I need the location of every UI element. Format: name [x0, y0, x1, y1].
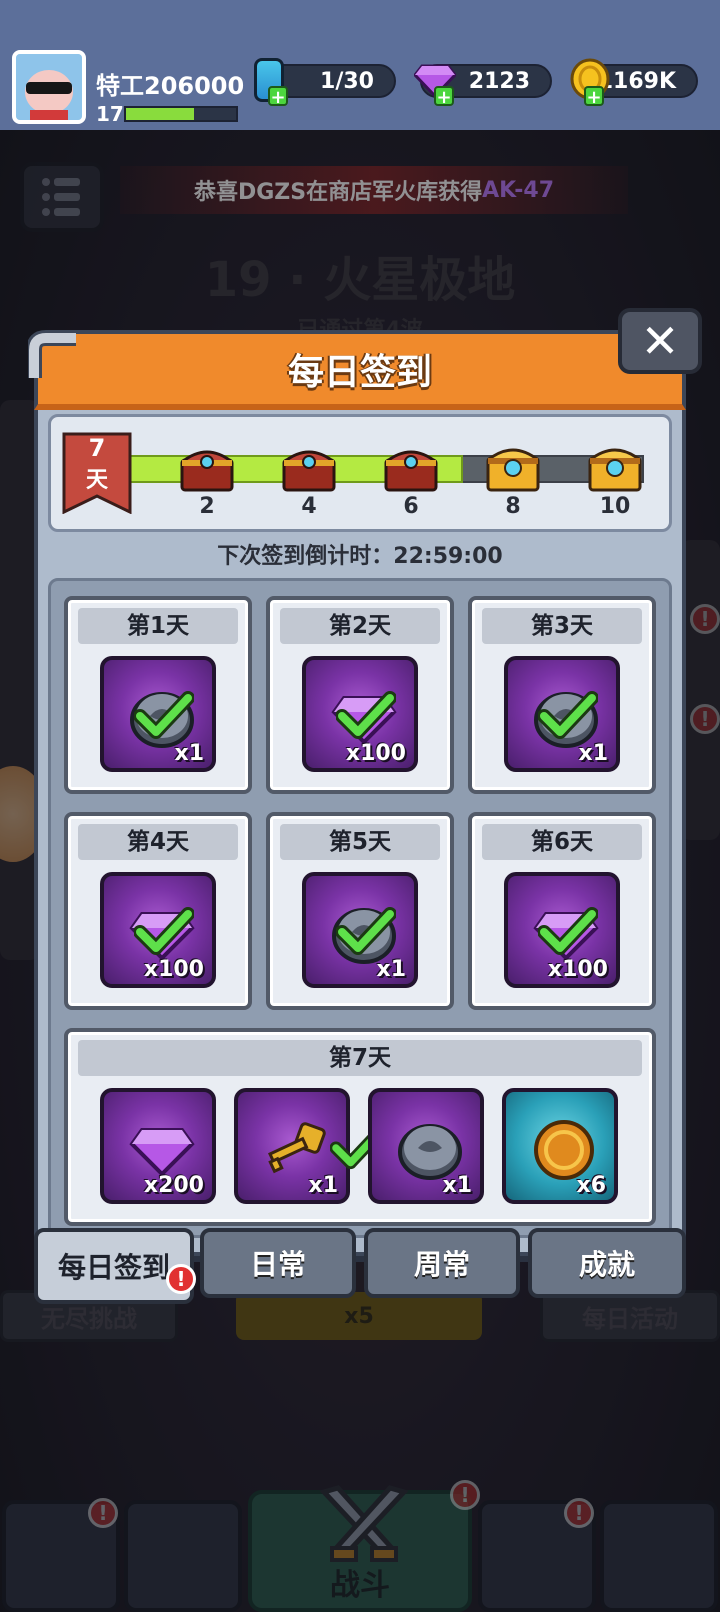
reward-item: x1 — [368, 1088, 484, 1204]
reward-qty: x1 — [308, 1173, 339, 1198]
agent-avatar-icon — [16, 54, 82, 120]
player-name: 特工206000 — [96, 72, 245, 100]
streak-unit: 天 — [85, 468, 108, 493]
milestone-chest-4[interactable] — [280, 440, 338, 494]
day-card-2[interactable]: 第2天 x100 — [266, 596, 454, 794]
dialog-header: 每日签到 — [34, 330, 686, 410]
claimed-check-icon — [538, 691, 598, 739]
reward-qty: x1 — [442, 1173, 473, 1198]
tab-label: 每日签到 — [57, 1251, 170, 1284]
add-coin-icon[interactable]: + — [584, 86, 604, 108]
reward-item: x200 — [100, 1088, 216, 1204]
milestone-chest-10[interactable] — [586, 440, 644, 494]
reward-qty: x6 — [576, 1173, 607, 1198]
reward-item: x100 — [100, 872, 216, 988]
tab-daily-checkin[interactable]: 每日签到 — [34, 1228, 194, 1304]
pipe-decoration-icon — [28, 330, 76, 378]
add-energy-icon[interactable]: + — [268, 86, 288, 108]
tab-achievements[interactable]: 成就 — [528, 1228, 686, 1298]
chest-opened-icon — [384, 450, 438, 492]
milestone-label: 4 — [301, 494, 317, 519]
day-label: 第1天 — [78, 608, 238, 644]
reward-qty: x1 — [578, 741, 609, 766]
reward-qty: x1 — [376, 957, 407, 982]
milestone-label: 6 — [403, 494, 419, 519]
streak-days: 7 — [88, 434, 106, 462]
reward-qty: x100 — [345, 741, 406, 766]
reward-qty: x100 — [547, 957, 608, 982]
claimed-check-icon — [336, 907, 396, 955]
close-button[interactable]: ✕ — [618, 308, 702, 374]
energy-value: 1/30 — [320, 68, 374, 94]
claimed-check-icon — [538, 907, 598, 955]
reward-item: x1 — [100, 656, 216, 772]
reward-item: x1 — [504, 656, 620, 772]
tab-label: 成就 — [578, 1248, 635, 1281]
tab-weekly[interactable]: 周常 — [364, 1228, 520, 1298]
milestone-label: 8 — [505, 494, 521, 519]
milestone-chest-8[interactable] — [484, 440, 542, 494]
claimed-check-icon — [134, 907, 194, 955]
reward-qty: x1 — [174, 741, 205, 766]
chest-gold-icon — [486, 448, 540, 492]
claimed-check-icon — [134, 691, 194, 739]
checkin-countdown: 下次签到倒计时：22:59:00 — [48, 538, 672, 570]
claimed-check-icon — [336, 691, 396, 739]
tab-daily[interactable]: 日常 — [200, 1228, 356, 1298]
day-card-5[interactable]: 第5天 x1 — [266, 812, 454, 1010]
day-label: 第5天 — [280, 824, 440, 860]
day-card-7[interactable]: 第7天 x200 x1 x1 x6 — [64, 1028, 656, 1226]
milestone-label: 2 — [199, 494, 215, 519]
reward-item: x100 — [302, 656, 418, 772]
tab-label: 周常 — [413, 1248, 470, 1281]
day-label: 第7天 — [78, 1040, 642, 1076]
day-card-1[interactable]: 第1天 x1 — [64, 596, 252, 794]
reward-item: x6 — [502, 1088, 618, 1204]
countdown-label: 下次签到倒计时： — [217, 544, 394, 569]
chest-opened-icon — [282, 450, 336, 492]
day-label: 第6天 — [482, 824, 642, 860]
milestone-chest-6[interactable] — [382, 440, 440, 494]
day-label: 第3天 — [482, 608, 642, 644]
day-label: 第4天 — [78, 824, 238, 860]
day-card-6[interactable]: 第6天 x100 — [468, 812, 656, 1010]
add-gem-icon[interactable]: + — [434, 86, 454, 108]
xp-bar — [124, 106, 238, 122]
tab-alert-badge: ! — [166, 1264, 196, 1294]
player-level: 17 — [96, 102, 124, 126]
countdown-value: 22:59:00 — [393, 544, 503, 569]
day-card-3[interactable]: 第3天 x1 — [468, 596, 656, 794]
reward-qty: x200 — [143, 1173, 204, 1198]
milestone-label: 10 — [599, 494, 631, 519]
player-avatar[interactable] — [12, 50, 86, 124]
chest-opened-icon — [180, 450, 234, 492]
streak-day-ribbon: 7 天 — [62, 432, 132, 515]
gem-value: 2123 — [468, 68, 530, 94]
xp-bar-fill — [126, 108, 195, 120]
milestone-chest-2[interactable] — [178, 440, 236, 494]
day-label: 第2天 — [280, 608, 440, 644]
reward-qty: x100 — [143, 957, 204, 982]
reward-item: x100 — [504, 872, 620, 988]
close-icon: ✕ — [640, 314, 680, 368]
day-card-4[interactable]: 第4天 x100 — [64, 812, 252, 1010]
dialog-title: 每日签到 — [287, 352, 432, 393]
tab-label: 日常 — [249, 1248, 306, 1281]
chest-gold-icon — [588, 448, 642, 492]
reward-item: x1 — [302, 872, 418, 988]
